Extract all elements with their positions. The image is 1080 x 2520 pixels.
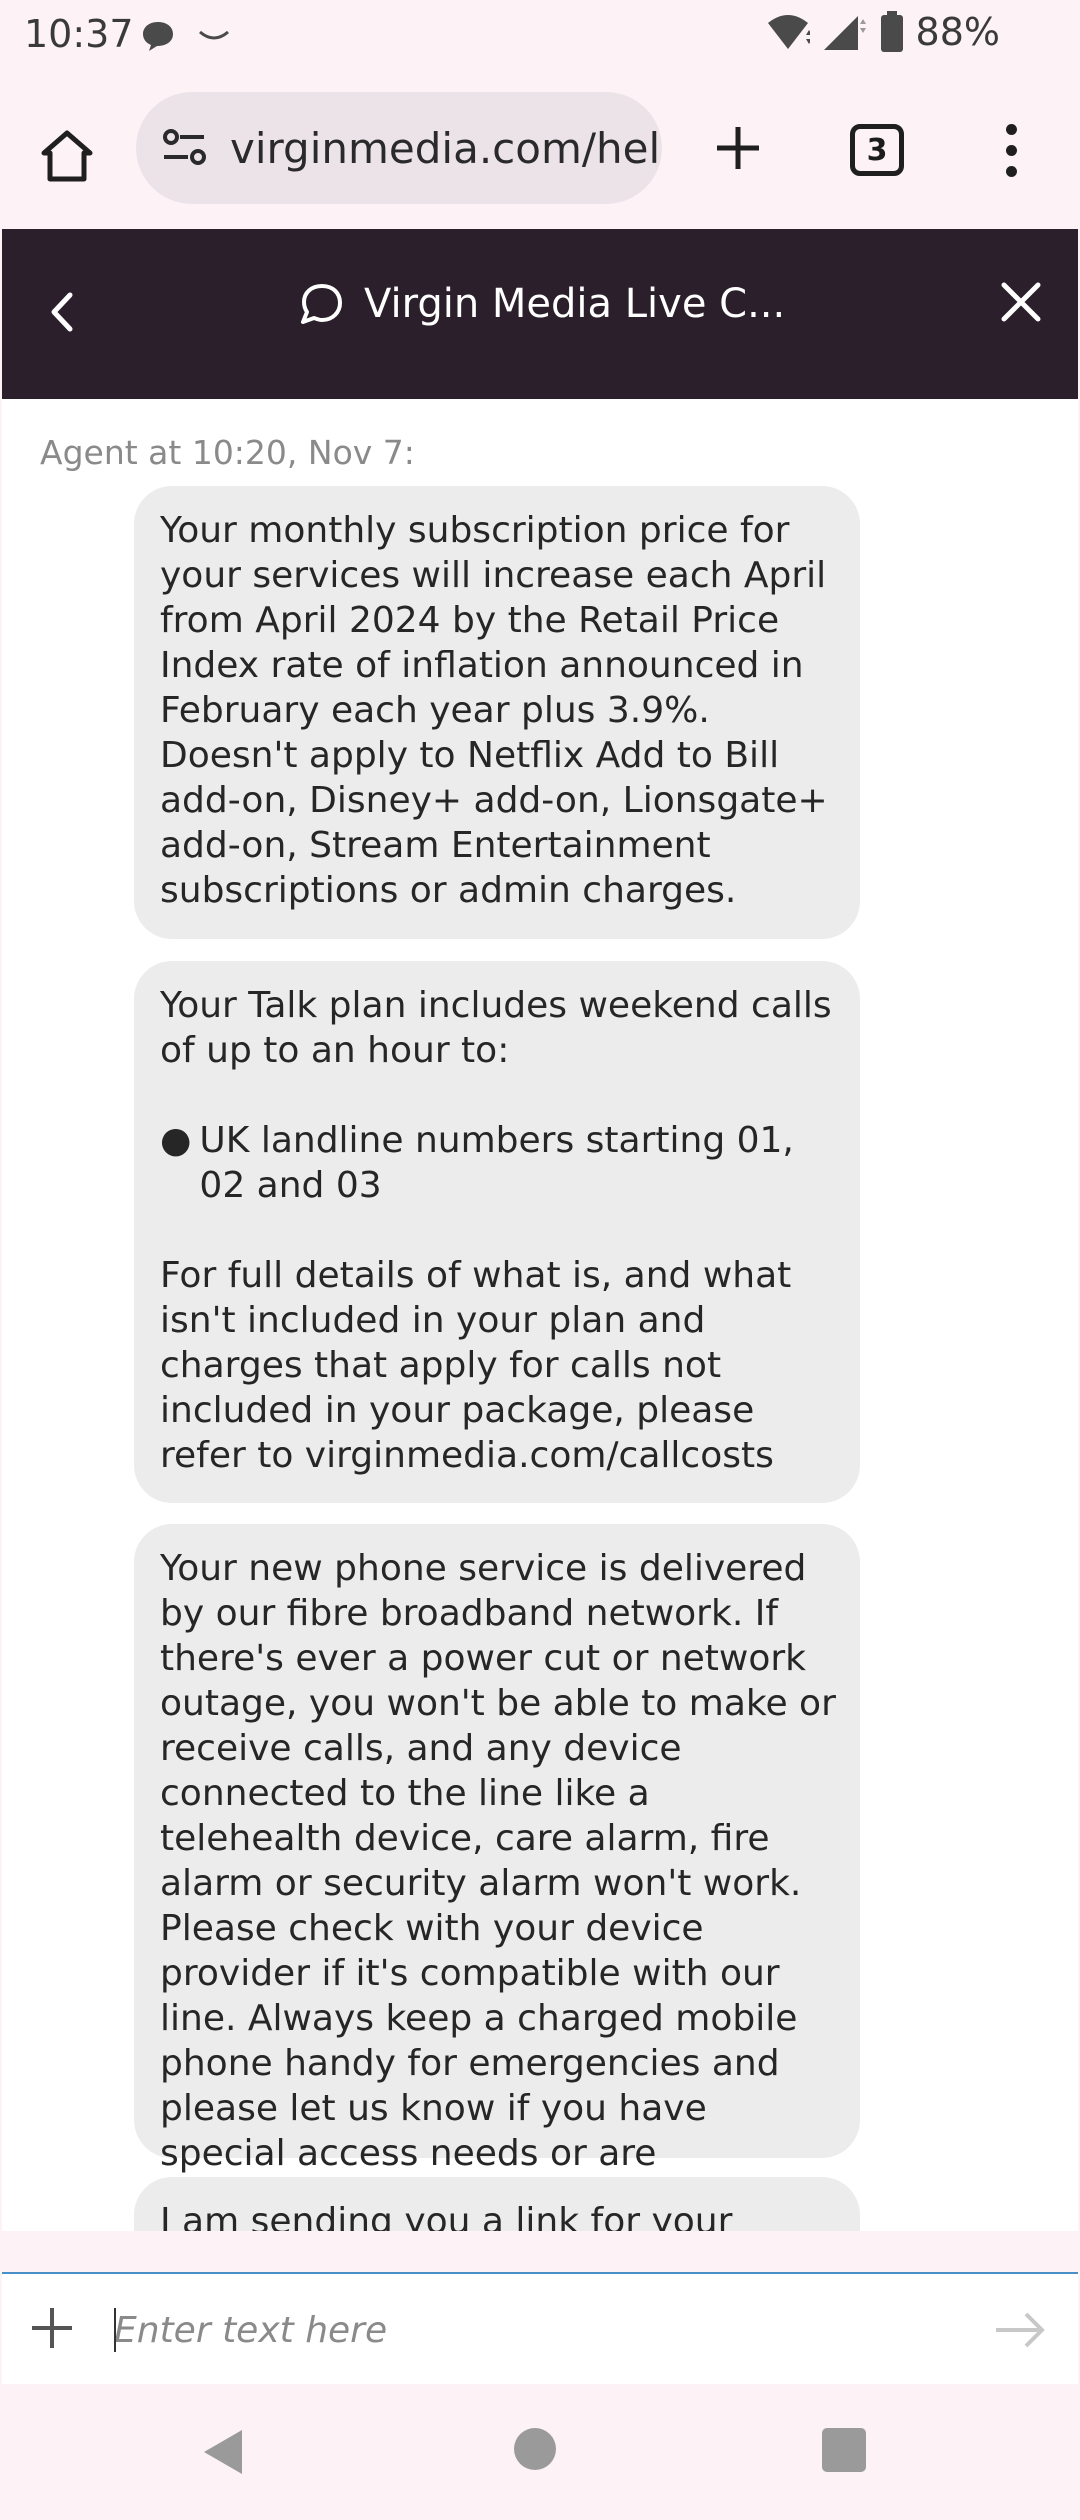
send-arrow-icon[interactable] [990,2302,1050,2358]
url-bar[interactable]: virginmedia.com/help [136,92,662,204]
home-icon [41,130,93,182]
chat-title: Virgin Media Live C... [298,281,785,327]
bullet-item: ● UK landline numbers starting 01, 02 an… [160,1118,836,1208]
chat-bubble-outline-icon [301,284,342,324]
new-tab-button[interactable] [700,104,776,192]
chevron-left-icon[interactable] [38,287,88,337]
message-text: For full details of what is, and what is… [160,1255,792,1476]
chat-bubble-icon [143,22,173,51]
message-composer [2,2272,1078,2384]
message-text: Your Talk plan includes weekend calls of… [160,985,832,1071]
system-nav-bar [0,2386,1080,2520]
battery-percent: 88% [915,10,1000,54]
chat-header: Virgin Media Live C... [2,229,1078,399]
wifi-icon [767,15,810,49]
chat-transcript[interactable]: Agent at 10:20, Nov 7: Your monthly subs… [2,399,1078,2231]
attach-plus-icon[interactable] [24,2300,80,2356]
agent-message: I am sending you a link for your [134,2177,860,2231]
agent-timestamp: Agent at 10:20, Nov 7: [40,433,415,472]
message-text: Your monthly subscription price for your… [160,510,828,911]
text-caret [114,2308,116,2352]
smile-icon [199,30,229,40]
bullet-dot: ● [160,1120,192,1161]
nav-home-icon[interactable] [514,2428,556,2470]
bullet-text: UK landline numbers starting 01, 02 and … [199,1120,794,1206]
agent-message: Your new phone service is delivered by o… [134,1524,860,2219]
cell-signal-icon [823,16,866,50]
message-text: Your new phone service is delivered by o… [160,1548,836,2219]
agent-message: Your monthly subscription price for your… [134,486,860,939]
agent-message: Your Talk plan includes weekend calls of… [134,961,860,1503]
status-time: 10:37 [24,12,134,56]
nav-back-icon[interactable] [198,2426,246,2478]
status-bar: 10:37 88% [0,0,1080,72]
message-input[interactable] [112,2298,952,2362]
chat-title-text: Virgin Media Live C... [364,281,786,327]
more-vert-icon [1005,123,1017,135]
nav-recents-icon[interactable] [822,2428,866,2472]
site-settings-icon[interactable] [160,123,210,173]
plus-icon [717,127,759,169]
message-text: I am sending you a link for your [160,2201,733,2231]
tab-count: 3 [866,132,888,168]
home-button[interactable] [32,116,102,196]
close-icon[interactable] [996,277,1046,327]
browser-menu-button[interactable] [986,110,1036,190]
tab-switcher-button[interactable]: 3 [850,124,904,176]
browser-toolbar: virginmedia.com/help 3 [0,80,1080,230]
url-text: virginmedia.com/help [230,123,662,173]
battery-icon [880,11,903,52]
